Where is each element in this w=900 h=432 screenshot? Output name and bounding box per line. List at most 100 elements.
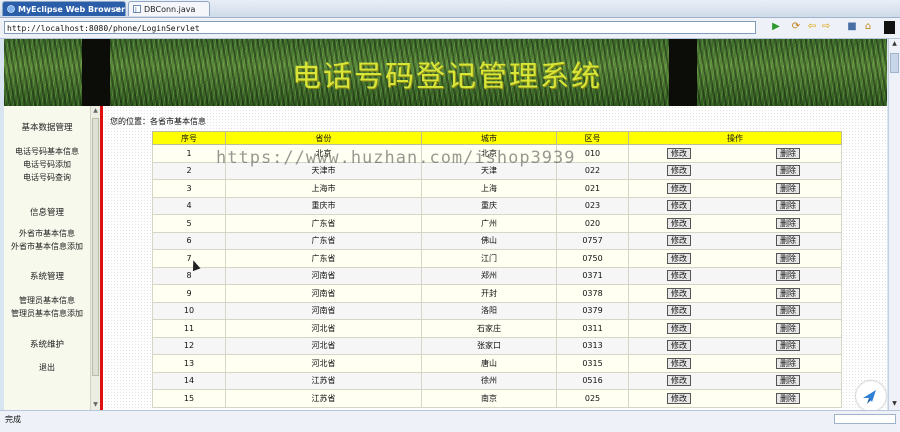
- sidebar-item-admin-info[interactable]: 管理员基本信息: [4, 295, 90, 306]
- area-code-cell: 020: [556, 214, 629, 233]
- delete-button[interactable]: 删除: [776, 182, 800, 194]
- address-field[interactable]: http://localhost:8080/phone/LoginServlet: [4, 21, 756, 34]
- row-number-cell: 2: [152, 161, 226, 180]
- float-bird-icon[interactable]: [856, 381, 886, 410]
- province-cell: 江苏省: [225, 371, 422, 390]
- actions-cell: 修改 删除: [628, 389, 842, 408]
- row-number-cell: 1: [152, 144, 226, 163]
- edit-button[interactable]: 修改: [667, 182, 691, 194]
- home-icon[interactable]: ⌂: [862, 21, 874, 33]
- edit-button[interactable]: 修改: [667, 340, 691, 352]
- row-number-cell: 15: [152, 389, 226, 408]
- java-file-icon: J: [133, 3, 141, 14]
- delete-button[interactable]: 删除: [776, 322, 800, 334]
- sidebar-heading[interactable]: 系统管理: [4, 270, 90, 282]
- scroll-thumb[interactable]: [92, 118, 99, 376]
- sidebar-menu: 基本数据管理 电话号码基本信息 电话号码添加 电话号码查询 信息管理 外省市基本…: [4, 106, 90, 410]
- province-cell: 河北省: [225, 319, 422, 338]
- area-code-cell: 0311: [556, 319, 629, 338]
- province-cell: 上海市: [225, 179, 422, 198]
- delete-button[interactable]: 删除: [776, 165, 800, 177]
- edit-button[interactable]: 修改: [667, 375, 691, 387]
- delete-button[interactable]: 删除: [776, 147, 800, 159]
- sidebar-scrollbar[interactable]: ▲ ▼: [90, 106, 100, 410]
- table-row: 5 广东省 广州 020 修改 删除: [152, 214, 842, 233]
- city-cell: 洛阳: [421, 301, 557, 320]
- edit-button[interactable]: 修改: [667, 305, 691, 317]
- area-code-cell: 0371: [556, 266, 629, 285]
- actions-cell: 修改 删除: [628, 231, 842, 250]
- sidebar-item-admin-add[interactable]: 管理员基本信息添加: [4, 308, 90, 319]
- browser-scrollbar[interactable]: ▲ ▼: [888, 39, 900, 410]
- sidebar-heading[interactable]: 基本数据管理: [4, 121, 90, 133]
- sidebar-item-province-add[interactable]: 外省市基本信息添加: [4, 241, 90, 252]
- scroll-up-icon[interactable]: ▲: [889, 39, 900, 49]
- delete-button[interactable]: 删除: [776, 235, 800, 247]
- stop-icon[interactable]: ■: [846, 21, 858, 33]
- edit-button[interactable]: 修改: [667, 200, 691, 212]
- row-number-cell: 14: [152, 371, 226, 390]
- actions-cell: 修改 删除: [628, 371, 842, 390]
- area-code-cell: 0757: [556, 231, 629, 250]
- delete-button[interactable]: 删除: [776, 392, 800, 404]
- row-number-cell: 4: [152, 196, 226, 215]
- edit-button[interactable]: 修改: [667, 165, 691, 177]
- province-cell: 河南省: [225, 266, 422, 285]
- edit-button[interactable]: 修改: [667, 287, 691, 299]
- tab-web-browser[interactable]: MyEclipse Web Browser ✕: [2, 1, 126, 16]
- delete-button[interactable]: 删除: [776, 375, 800, 387]
- province-cell: 广东省: [225, 249, 422, 268]
- edit-button[interactable]: 修改: [667, 357, 691, 369]
- tab-dbconn-java[interactable]: J DBConn.java: [128, 1, 210, 16]
- delete-button[interactable]: 删除: [776, 357, 800, 369]
- view-icon[interactable]: [884, 21, 895, 34]
- table-row: 6 广东省 佛山 0757 修改 删除: [152, 231, 842, 250]
- actions-cell: 修改 删除: [628, 319, 842, 338]
- row-number-cell: 9: [152, 284, 226, 303]
- province-cell: 河南省: [225, 301, 422, 320]
- delete-button[interactable]: 删除: [776, 340, 800, 352]
- banner-pole: [669, 39, 697, 106]
- actions-cell: 修改 删除: [628, 354, 842, 373]
- edit-button[interactable]: 修改: [667, 392, 691, 404]
- forward-icon[interactable]: ⇨: [820, 21, 832, 33]
- scroll-down-icon[interactable]: ▼: [889, 399, 900, 409]
- sidebar-item-phone-query[interactable]: 电话号码查询: [4, 172, 90, 183]
- sidebar-item-phone-add[interactable]: 电话号码添加: [4, 159, 90, 170]
- close-icon[interactable]: ✕: [114, 2, 121, 17]
- tab-label: MyEclipse Web Browser: [18, 5, 126, 14]
- edit-button[interactable]: 修改: [667, 235, 691, 247]
- city-cell: 上海: [421, 179, 557, 198]
- area-code-cell: 0379: [556, 301, 629, 320]
- edit-button[interactable]: 修改: [667, 322, 691, 334]
- delete-button[interactable]: 删除: [776, 305, 800, 317]
- delete-button[interactable]: 删除: [776, 252, 800, 264]
- edit-button[interactable]: 修改: [667, 217, 691, 229]
- sidebar-item-province-info[interactable]: 外省市基本信息: [4, 228, 90, 239]
- table-row: 8 河南省 郑州 0371 修改 删除: [152, 266, 842, 285]
- edit-button[interactable]: 修改: [667, 147, 691, 159]
- city-cell: 佛山: [421, 231, 557, 250]
- city-cell: 南京: [421, 389, 557, 408]
- province-cell: 重庆市: [225, 196, 422, 215]
- delete-button[interactable]: 删除: [776, 287, 800, 299]
- refresh-icon[interactable]: ⟳: [790, 21, 802, 33]
- divider: [100, 106, 103, 410]
- go-icon[interactable]: ▶: [770, 21, 782, 33]
- sidebar-item-phone-info[interactable]: 电话号码基本信息: [4, 146, 90, 157]
- scroll-up-icon[interactable]: ▲: [91, 106, 100, 115]
- edit-button[interactable]: 修改: [667, 252, 691, 264]
- delete-button[interactable]: 删除: [776, 217, 800, 229]
- city-cell: 江门: [421, 249, 557, 268]
- row-number-cell: 3: [152, 179, 226, 198]
- delete-button[interactable]: 删除: [776, 270, 800, 282]
- back-icon[interactable]: ⇦: [806, 21, 818, 33]
- scroll-thumb[interactable]: [890, 53, 899, 73]
- delete-button[interactable]: 删除: [776, 200, 800, 212]
- row-number-cell: 12: [152, 336, 226, 355]
- scroll-down-icon[interactable]: ▼: [91, 400, 100, 409]
- sidebar-heading[interactable]: 系统维护: [4, 338, 90, 350]
- sidebar-heading[interactable]: 信息管理: [4, 206, 90, 218]
- sidebar-item-logout[interactable]: 退出: [4, 362, 90, 373]
- edit-button[interactable]: 修改: [667, 270, 691, 282]
